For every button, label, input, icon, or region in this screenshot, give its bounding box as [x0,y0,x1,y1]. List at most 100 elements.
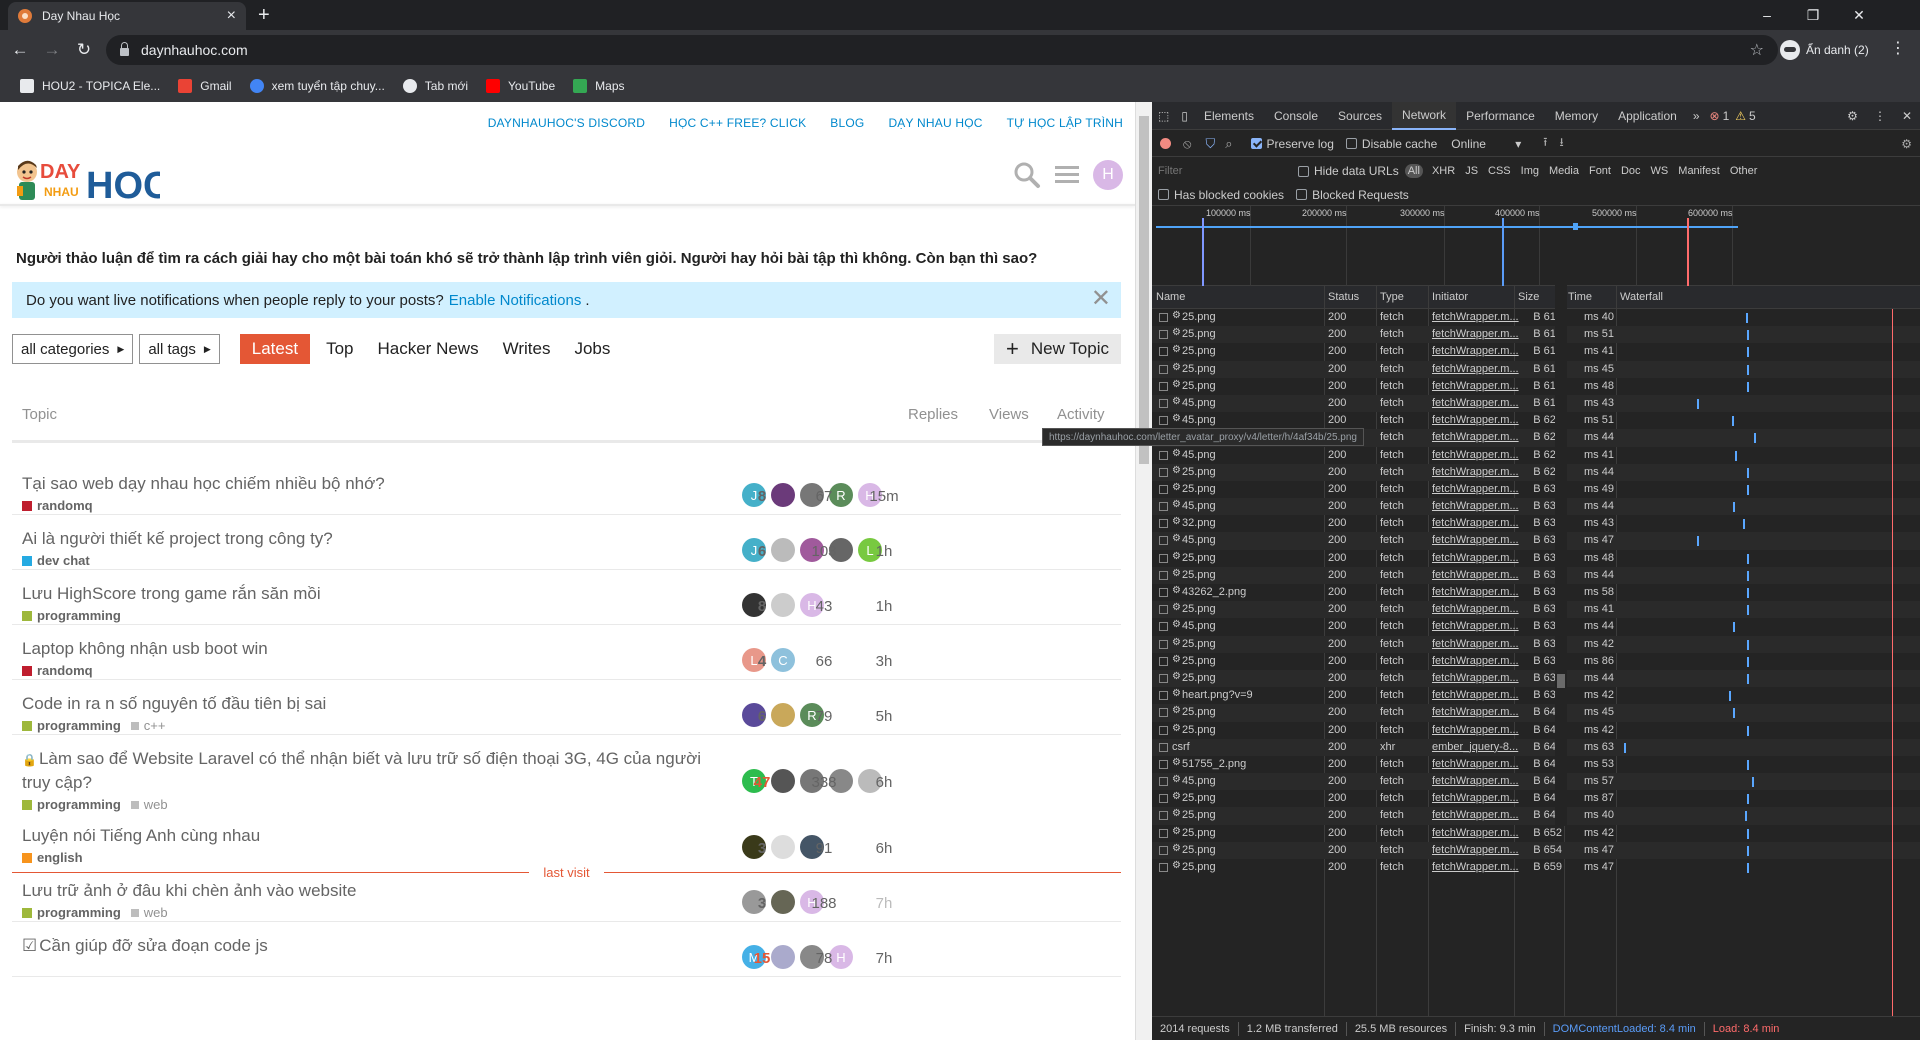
new-tab-icon[interactable]: + [258,4,270,26]
request-init[interactable]: fetchWrapper.m... [1432,380,1519,392]
reply-count[interactable]: 6 [732,708,792,725]
clear-icon[interactable]: ⦸ [1183,136,1191,152]
close-banner-icon[interactable]: ✕ [1091,287,1111,311]
col-size[interactable]: Size [1518,291,1539,303]
request-name[interactable]: 45.png [1182,534,1216,546]
window-close-icon[interactable]: ✕ [1836,0,1882,30]
table-row[interactable]: Lưu HighScore trong game rắn săn mồi prog… [12,570,1121,625]
topic-title[interactable]: Code in ra n số nguyên tố đầu tiên bị sa… [22,694,326,714]
page-scroll-thumb[interactable] [1139,116,1149,464]
incognito-profile-button[interactable]: Ẩn danh (2) [1780,34,1869,66]
request-name[interactable]: csrf [1172,741,1190,753]
bookmark-item[interactable]: Maps [573,79,625,93]
more-menu-icon[interactable]: ⋮ [1890,38,1906,58]
browser-tab[interactable]: Day Nhau Học × [8,2,246,30]
topic-category[interactable]: english [22,850,83,865]
table-row[interactable]: Luyện nói Tiếng Anh cùng nhau english 3 91 6… [12,812,1121,867]
nav-latest[interactable]: Latest [239,334,311,364]
search-icon[interactable] [1013,161,1041,189]
new-topic-button[interactable]: + New Topic [994,334,1121,364]
activity-time[interactable]: 7h [854,895,914,912]
request-name[interactable]: 25.png [1182,466,1216,478]
hide-data-urls-checkbox[interactable]: Hide data URLs [1298,164,1399,178]
request-scroll-thumb[interactable] [1557,674,1565,688]
reply-count[interactable]: 8 [732,598,792,615]
record-icon[interactable] [1160,138,1171,149]
request-name[interactable]: 51755_2.png [1182,758,1246,770]
request-name[interactable]: 25.png [1182,483,1216,495]
tab-memory[interactable]: Memory [1545,102,1608,130]
reply-count[interactable]: 3 [732,895,792,912]
request-init[interactable]: fetchWrapper.m... [1432,655,1519,667]
request-row[interactable]: ⚙ 45.png 200 fetch fetchWrapper.m... 621 B 51 … [1152,412,1920,429]
topic-title[interactable]: Laptop không nhận usb boot win [22,639,268,659]
request-name[interactable]: 25.png [1182,311,1216,323]
restore-icon[interactable]: ❐ [1790,0,1836,30]
filter-input[interactable] [1156,162,1288,180]
request-row[interactable]: ⚙ 45.png 200 fetch fetchWrapper.m... 630 B 44 … [1152,498,1920,516]
nav-top[interactable]: Top [314,334,365,364]
export-har-icon[interactable]: ⭳ [1559,133,1563,154]
activity-time[interactable]: 15m [854,488,914,505]
table-row[interactable]: Code in ra n số nguyên tố đầu tiên bị sa… [12,680,1121,735]
col-status[interactable]: Status [1328,291,1359,303]
tab-application[interactable]: Application [1608,102,1687,130]
top-link[interactable]: BLOG [830,116,864,130]
top-link[interactable]: TỰ HỌC LẬP TRÌNH [1007,116,1123,130]
type-filter-manifest[interactable]: Manifest [1678,165,1720,177]
request-init[interactable]: fetchWrapper.m... [1432,809,1519,821]
disable-cache-checkbox[interactable]: Disable cache [1345,137,1437,151]
reload-icon[interactable]: ↻ [72,38,96,62]
request-init[interactable]: fetchWrapper.m... [1432,620,1519,632]
table-row[interactable]: Laptop không nhận usb boot win randomq L C 4… [12,625,1121,680]
request-name[interactable]: 45.png [1182,775,1216,787]
type-filter-font[interactable]: Font [1589,165,1611,177]
topic-title[interactable]: Tại sao web dạy nhau học chiếm nhiều bộ … [22,474,385,494]
request-name[interactable]: 25.png [1182,861,1216,873]
activity-time[interactable]: 5h [854,708,914,725]
request-row[interactable]: ⚙ 25.png 200 fetch fetchWrapper.m... 659 B 47 … [1152,859,1920,876]
topic-title[interactable]: ☑ Cần giúp đỡ sửa đoạn code js [22,936,268,956]
topic-category[interactable]: programming [22,608,121,623]
col-views[interactable]: Views [989,406,1029,423]
request-init[interactable]: fetchWrapper.m... [1432,603,1519,615]
request-name[interactable]: 25.png [1182,724,1216,736]
col-initiator[interactable]: Initiator [1432,291,1468,303]
request-init[interactable]: fetchWrapper.m... [1432,500,1519,512]
activity-time[interactable]: 7h [854,950,914,967]
activity-time[interactable]: 1h [854,543,914,560]
tab-performance[interactable]: Performance [1456,102,1545,130]
import-har-icon[interactable]: ⭱ [1543,133,1547,154]
table-row[interactable]: Ai là người thiết kế project trong công … [12,515,1121,570]
bookmark-item[interactable]: xem tuyển tập chuy... [249,79,385,93]
request-name[interactable]: 45.png [1182,620,1216,632]
col-waterfall[interactable]: Waterfall [1620,291,1663,303]
request-row[interactable]: ⚙ 25.png 200 fetch fetchWrapper.m... 647 B 40 … [1152,807,1920,825]
request-init[interactable]: fetchWrapper.m... [1432,449,1519,461]
minimize-icon[interactable]: – [1744,0,1790,30]
tags-dropdown[interactable]: all tags ▶ [139,334,220,364]
request-row[interactable]: ⚙ 25.png 200 fetch fetchWrapper.m... 615 B 51 … [1152,326,1920,344]
request-init[interactable]: fetchWrapper.m... [1432,534,1519,546]
type-filter-other[interactable]: Other [1730,165,1758,177]
request-init[interactable]: fetchWrapper.m... [1432,844,1519,856]
bookmark-item[interactable]: HOU2 - TOPICA Ele... [20,79,160,93]
blocked-requests-checkbox[interactable]: Blocked Requests [1296,188,1409,202]
topic-tag[interactable]: c++ [130,718,165,733]
bookmark-item[interactable]: Gmail [178,79,232,93]
network-settings-icon[interactable]: ⚙ [1901,137,1912,151]
request-init[interactable]: ember_jquery-8... [1432,741,1518,753]
request-row[interactable]: ⚙ 25.png 200 fetch fetchWrapper.m... 630 B 49 … [1152,481,1920,498]
more-tabs-icon[interactable]: » [1687,102,1706,130]
request-row[interactable]: ⚙ 45.png 200 fetch fetchWrapper.m... 631 B 47 … [1152,532,1920,550]
hamburger-icon[interactable] [1055,164,1079,186]
top-link[interactable]: HỌC C++ FREE? CLICK [669,116,806,130]
device-toolbar-icon[interactable]: ▯ [1175,102,1194,130]
request-init[interactable]: fetchWrapper.m... [1432,552,1519,564]
request-row[interactable]: csrf 200 xhr ember_jquery-8... 643 B 63 ms [1152,738,1920,756]
inspect-icon[interactable]: ⬚ [1152,102,1175,130]
request-row[interactable]: ⚙ 25.png 200 fetch fetchWrapper.m... 638 B 86 … [1152,653,1920,670]
request-row[interactable]: ⚙ heart.png?v=9 200 fetch fetchWrapper.m... 6… [1152,687,1920,704]
type-filter-css[interactable]: CSS [1488,165,1511,177]
request-init[interactable]: fetchWrapper.m... [1432,431,1519,443]
